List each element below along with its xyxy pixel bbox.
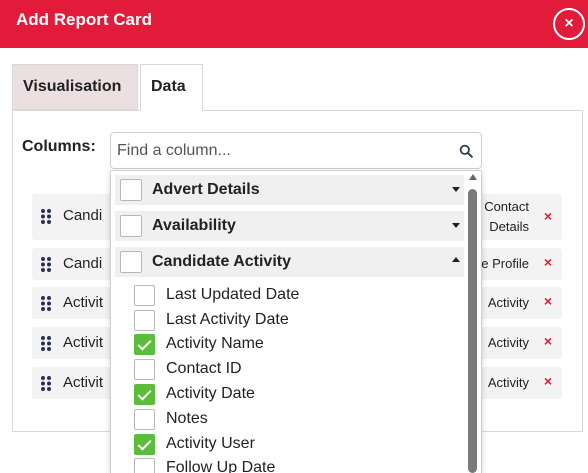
close-button[interactable]: × (553, 8, 585, 40)
column-display-name: Activity (487, 295, 529, 310)
column-name: Activit (63, 294, 104, 311)
column-picker-dropdown[interactable]: Advert Details Availability Candidate Ac… (110, 170, 482, 473)
column-option-label: Activity User (166, 435, 255, 452)
column-option-label: Contact ID (166, 360, 242, 377)
tab-data[interactable]: Data (140, 64, 203, 111)
dialog-title: Add Report Card (16, 10, 152, 29)
group-checkbox[interactable] (120, 251, 142, 273)
add-report-card-dialog: Add Report Card × Visualisation Data Col… (0, 0, 588, 473)
remove-column-icon[interactable]: × (544, 293, 552, 309)
column-checkbox[interactable] (134, 359, 155, 380)
column-option[interactable]: Follow Up Date (134, 457, 454, 473)
dropdown-scrollbar[interactable] (468, 189, 477, 473)
column-option-label: Last Activity Date (166, 311, 289, 328)
drag-handle-icon[interactable] (40, 295, 52, 312)
group-checkbox[interactable] (120, 215, 142, 237)
remove-column-icon[interactable]: × (544, 254, 552, 270)
tab-visualisation[interactable]: Visualisation (12, 64, 138, 110)
column-checkbox[interactable] (134, 409, 155, 430)
column-option[interactable]: Activity Name (134, 333, 454, 357)
drag-handle-icon[interactable] (40, 208, 52, 225)
remove-column-icon[interactable]: × (544, 373, 552, 389)
group-label: Advert Details (152, 181, 260, 198)
column-option[interactable]: Notes (134, 408, 454, 432)
column-option-label: Activity Name (166, 335, 264, 352)
close-icon: × (564, 15, 574, 32)
column-option[interactable]: Last Activity Date (134, 309, 454, 333)
group-label: Candidate Activity (152, 253, 291, 270)
column-option[interactable]: Activity Date (134, 383, 454, 407)
column-option[interactable]: Activity User (134, 433, 454, 457)
column-search-input[interactable]: Find a column... (110, 132, 482, 169)
group-availability[interactable]: Availability (115, 211, 464, 241)
search-placeholder: Find a column... (117, 142, 231, 159)
column-name: Candi (63, 207, 103, 224)
column-checkbox-checked[interactable] (134, 434, 155, 455)
tab-visualisation-label: Visualisation (23, 78, 122, 95)
drag-handle-icon[interactable] (40, 335, 52, 352)
column-option-label: Follow Up Date (166, 459, 276, 473)
drag-handle-icon[interactable] (40, 256, 52, 273)
column-name: Candi (63, 255, 103, 272)
group-advert-details[interactable]: Advert Details (115, 175, 464, 205)
column-checkbox[interactable] (134, 285, 155, 306)
scroll-up-arrow-icon[interactable] (469, 174, 477, 180)
column-checkbox[interactable] (134, 310, 155, 331)
chevron-down-icon[interactable] (452, 187, 460, 192)
column-option-label: Notes (166, 410, 208, 427)
dialog-header: Add Report Card × (0, 0, 588, 48)
tab-data-label: Data (151, 78, 186, 95)
chevron-up-icon[interactable] (452, 257, 460, 262)
column-option[interactable]: Contact ID (134, 358, 454, 382)
column-checkbox[interactable] (134, 458, 155, 473)
group-checkbox[interactable] (120, 179, 142, 201)
column-display-name: Contact Details (484, 199, 529, 234)
drag-handle-icon[interactable] (40, 375, 52, 392)
column-option[interactable]: Last Updated Date (134, 284, 454, 308)
remove-column-icon[interactable]: × (544, 333, 552, 349)
remove-column-icon[interactable]: × (544, 208, 552, 224)
column-display-name: Activity (487, 335, 529, 350)
columns-label: Columns: (22, 138, 96, 155)
search-icon[interactable] (459, 144, 473, 158)
group-label: Availability (152, 217, 236, 234)
column-option-label: Activity Date (166, 385, 255, 402)
column-checkbox-checked[interactable] (134, 334, 155, 355)
column-display-name: e Profile (481, 256, 529, 271)
column-option-label: Last Updated Date (166, 286, 300, 303)
column-display-name: Activity (487, 375, 529, 390)
column-name: Activit (63, 334, 104, 351)
column-checkbox-checked[interactable] (134, 384, 155, 405)
column-name: Activit (63, 374, 104, 391)
chevron-down-icon[interactable] (452, 223, 460, 228)
group-candidate-activity[interactable]: Candidate Activity (115, 247, 464, 277)
